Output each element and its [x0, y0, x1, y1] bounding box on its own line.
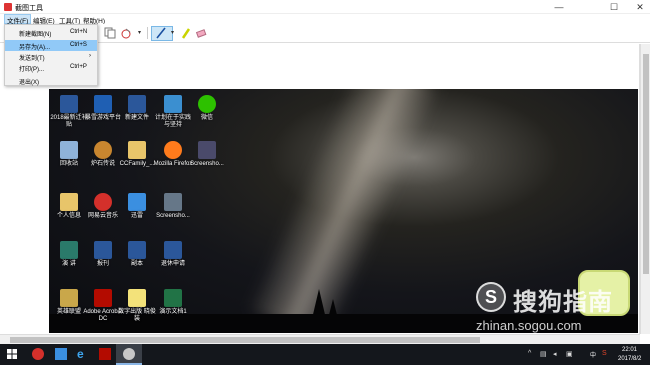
- highlighter-icon[interactable]: [180, 27, 192, 39]
- submenu-arrow-icon: ›: [89, 53, 91, 59]
- word-doc-icon: [128, 95, 146, 113]
- netease-music-icon[interactable]: [32, 348, 44, 360]
- copy-icon[interactable]: [104, 27, 116, 39]
- netease-music-icon: [94, 193, 112, 211]
- acrobat-icon[interactable]: [99, 348, 111, 360]
- word-doc-icon: [94, 241, 112, 259]
- xunlei-icon[interactable]: [55, 348, 67, 360]
- slides-icon: [164, 95, 182, 113]
- sogou-ime-icon[interactable]: S: [602, 350, 607, 357]
- clock-date[interactable]: 2017/8/2: [618, 356, 641, 362]
- desktop-icon[interactable]: 新建文件: [117, 95, 157, 122]
- volume-icon[interactable]: ◂: [553, 350, 557, 358]
- desktop-icon[interactable]: 退休申请: [153, 241, 193, 268]
- minimize-button[interactable]: —: [545, 0, 573, 14]
- hearthstone-icon: [94, 141, 112, 159]
- menu-bar: 文件(F) 编辑(E) 工具(T) 帮助(H): [0, 14, 650, 25]
- desktop-icon[interactable]: 微信: [187, 95, 227, 122]
- word-doc-icon: [164, 241, 182, 259]
- chevron-up-icon[interactable]: ^: [528, 350, 531, 357]
- acrobat-icon: [94, 289, 112, 307]
- menu-item-save-as[interactable]: 另存为(A)... Ctrl+S: [5, 40, 97, 51]
- folder-icon: [60, 193, 78, 211]
- firefox-icon: [164, 141, 182, 159]
- snipping-tool-icon: [4, 3, 12, 11]
- recycle-bin-icon: [60, 141, 78, 159]
- menu-item-send-to[interactable]: 发送到(T) ›: [5, 51, 97, 62]
- desktop-icon[interactable]: 数字出版 晓俊装: [117, 289, 157, 323]
- image-file-icon: [164, 193, 182, 211]
- desktop-icon[interactable]: 迅雷: [117, 193, 157, 220]
- document-icon: [128, 289, 146, 307]
- horizontal-scrollbar[interactable]: [0, 334, 640, 344]
- vertical-scroll-thumb[interactable]: [643, 54, 649, 274]
- sogou-logo-icon: S: [476, 282, 506, 312]
- toolbar-separator: [147, 27, 148, 39]
- milky-way: [245, 89, 443, 333]
- clock-time[interactable]: 22:01: [622, 347, 637, 353]
- desktop-icon[interactable]: 演示文档1: [153, 289, 193, 316]
- wechat-icon: [198, 95, 216, 113]
- desktop-icon[interactable]: Screensho...: [187, 141, 227, 168]
- pen-chevron-icon[interactable]: ▾: [171, 29, 177, 36]
- vertical-scrollbar[interactable]: [640, 44, 650, 334]
- watermark-url: zhinan.sogou.com: [476, 318, 582, 333]
- file-menu-dropdown: 新建截图(N) Ctrl+N 另存为(A)... Ctrl+S 发送到(T) › 打印…: [4, 24, 98, 86]
- desktop-icon[interactable]: CCFamily_...: [117, 141, 157, 168]
- taskbar: e ^ ▤ ◂ ▣ 中 S 22:01 2017/8/2: [0, 344, 650, 365]
- desktop-icon[interactable]: Screensho...: [153, 193, 193, 220]
- menu-item-new-snip[interactable]: 新建截图(N) Ctrl+N: [5, 27, 97, 38]
- network-icon[interactable]: ▤: [540, 350, 547, 358]
- menu-item-exit[interactable]: 退出(X): [5, 75, 97, 86]
- xunlei-icon: [128, 193, 146, 211]
- excel-doc-icon: [164, 289, 182, 307]
- battlenet-icon: [94, 95, 112, 113]
- menu-item-print[interactable]: 打印(P)... Ctrl+P: [5, 62, 97, 73]
- tray-app-icon[interactable]: ▣: [566, 350, 573, 358]
- image-file-icon: [198, 141, 216, 159]
- eraser-icon[interactable]: [195, 27, 207, 39]
- send-icon[interactable]: [120, 27, 132, 39]
- ime-indicator[interactable]: 中: [590, 350, 596, 359]
- word-doc-icon: [60, 95, 78, 113]
- folder-icon: [128, 141, 146, 159]
- title-bar: 截图工具 — ☐ ✕: [0, 0, 650, 14]
- edge-icon[interactable]: e: [77, 348, 89, 360]
- windows-start-icon[interactable]: [6, 348, 18, 360]
- horizontal-scroll-thumb[interactable]: [10, 337, 480, 343]
- close-button[interactable]: ✕: [626, 0, 650, 14]
- watermark-text: 搜狗指南: [513, 289, 613, 316]
- pen-icon: [156, 27, 166, 39]
- slides-icon: [60, 241, 78, 259]
- desktop-icon[interactable]: 副本: [117, 241, 157, 268]
- snipping-tool-icon: [123, 348, 135, 360]
- window-title: 截图工具: [15, 5, 43, 12]
- chevron-down-icon[interactable]: ▾: [138, 29, 144, 36]
- maximize-button[interactable]: ☐: [600, 0, 628, 14]
- menu-file[interactable]: 文件(F): [4, 14, 32, 25]
- word-doc-icon: [128, 241, 146, 259]
- lol-icon: [60, 289, 78, 307]
